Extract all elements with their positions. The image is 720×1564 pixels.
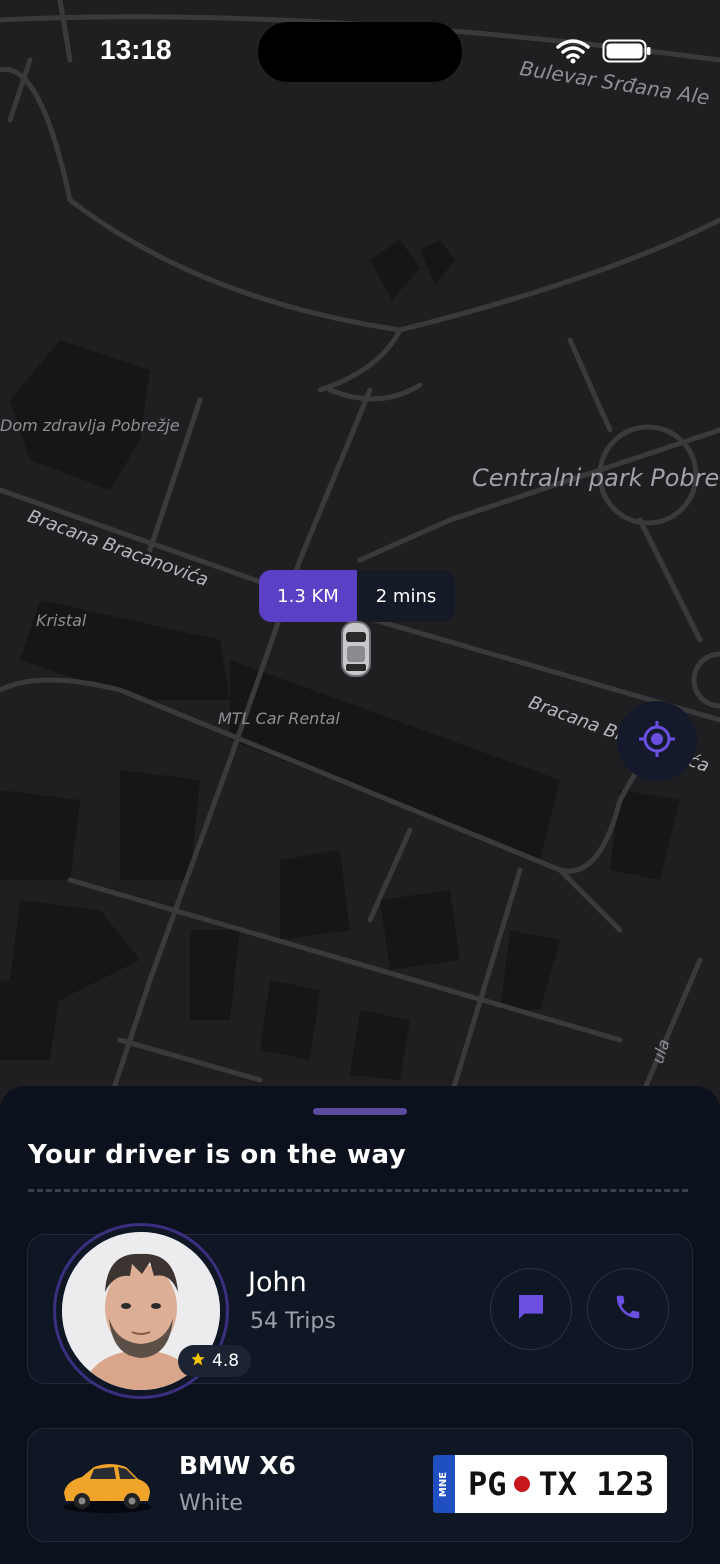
vehicle-car-icon bbox=[60, 1457, 154, 1519]
phone-icon bbox=[613, 1292, 643, 1326]
dashed-divider bbox=[28, 1189, 688, 1192]
driver-card[interactable]: 4.8 John 54 Trips bbox=[27, 1223, 693, 1399]
map-label-car-rental: MTL Car Rental bbox=[218, 709, 340, 728]
license-plate: MNE PG TX 123 bbox=[433, 1455, 667, 1513]
driver-trips: 54 Trips bbox=[250, 1309, 336, 1334]
plate-number: PG TX 123 bbox=[455, 1455, 667, 1513]
driver-rating-badge: 4.8 bbox=[178, 1345, 252, 1377]
eta-pill: 1.3 KM 2 mins bbox=[259, 570, 455, 622]
plate-country-strip: MNE bbox=[433, 1455, 455, 1513]
driver-name: John bbox=[248, 1267, 307, 1298]
vehicle-card[interactable]: BMW X6 White MNE PG TX 123 bbox=[27, 1428, 693, 1542]
message-icon bbox=[515, 1291, 547, 1327]
vehicle-color: White bbox=[179, 1491, 243, 1516]
eta-distance: 1.3 KM bbox=[259, 570, 357, 622]
status-time: 13:18 bbox=[100, 34, 172, 65]
eta-time: 2 mins bbox=[357, 570, 455, 622]
plate-seal-icon bbox=[514, 1476, 531, 1492]
battery-icon bbox=[602, 38, 652, 68]
vehicle-model: BMW X6 bbox=[179, 1451, 296, 1480]
locate-button[interactable] bbox=[617, 701, 697, 781]
plate-left: PG bbox=[467, 1465, 507, 1503]
star-icon bbox=[190, 1351, 206, 1372]
sheet-title: Your driver is on the way bbox=[28, 1140, 407, 1170]
map-label-park: Centralni park Pobre bbox=[472, 464, 720, 492]
wifi-icon bbox=[556, 38, 590, 68]
message-driver-button[interactable] bbox=[490, 1268, 572, 1350]
status-icons bbox=[556, 38, 652, 68]
plate-right: TX 123 bbox=[538, 1465, 655, 1503]
map-label-kristal: Kristal bbox=[36, 611, 87, 630]
sheet-drag-handle[interactable] bbox=[313, 1108, 407, 1115]
driver-bottom-sheet[interactable]: Your driver is on the way 4.8 John 54 Tr… bbox=[0, 1086, 720, 1564]
call-driver-button[interactable] bbox=[587, 1268, 669, 1350]
driver-rating-value: 4.8 bbox=[212, 1351, 240, 1371]
map-label-health-center: Dom zdravlja Pobrežje bbox=[0, 416, 180, 435]
locate-target-icon bbox=[638, 720, 676, 762]
car-marker-icon[interactable] bbox=[338, 620, 374, 682]
dynamic-island bbox=[258, 22, 462, 82]
